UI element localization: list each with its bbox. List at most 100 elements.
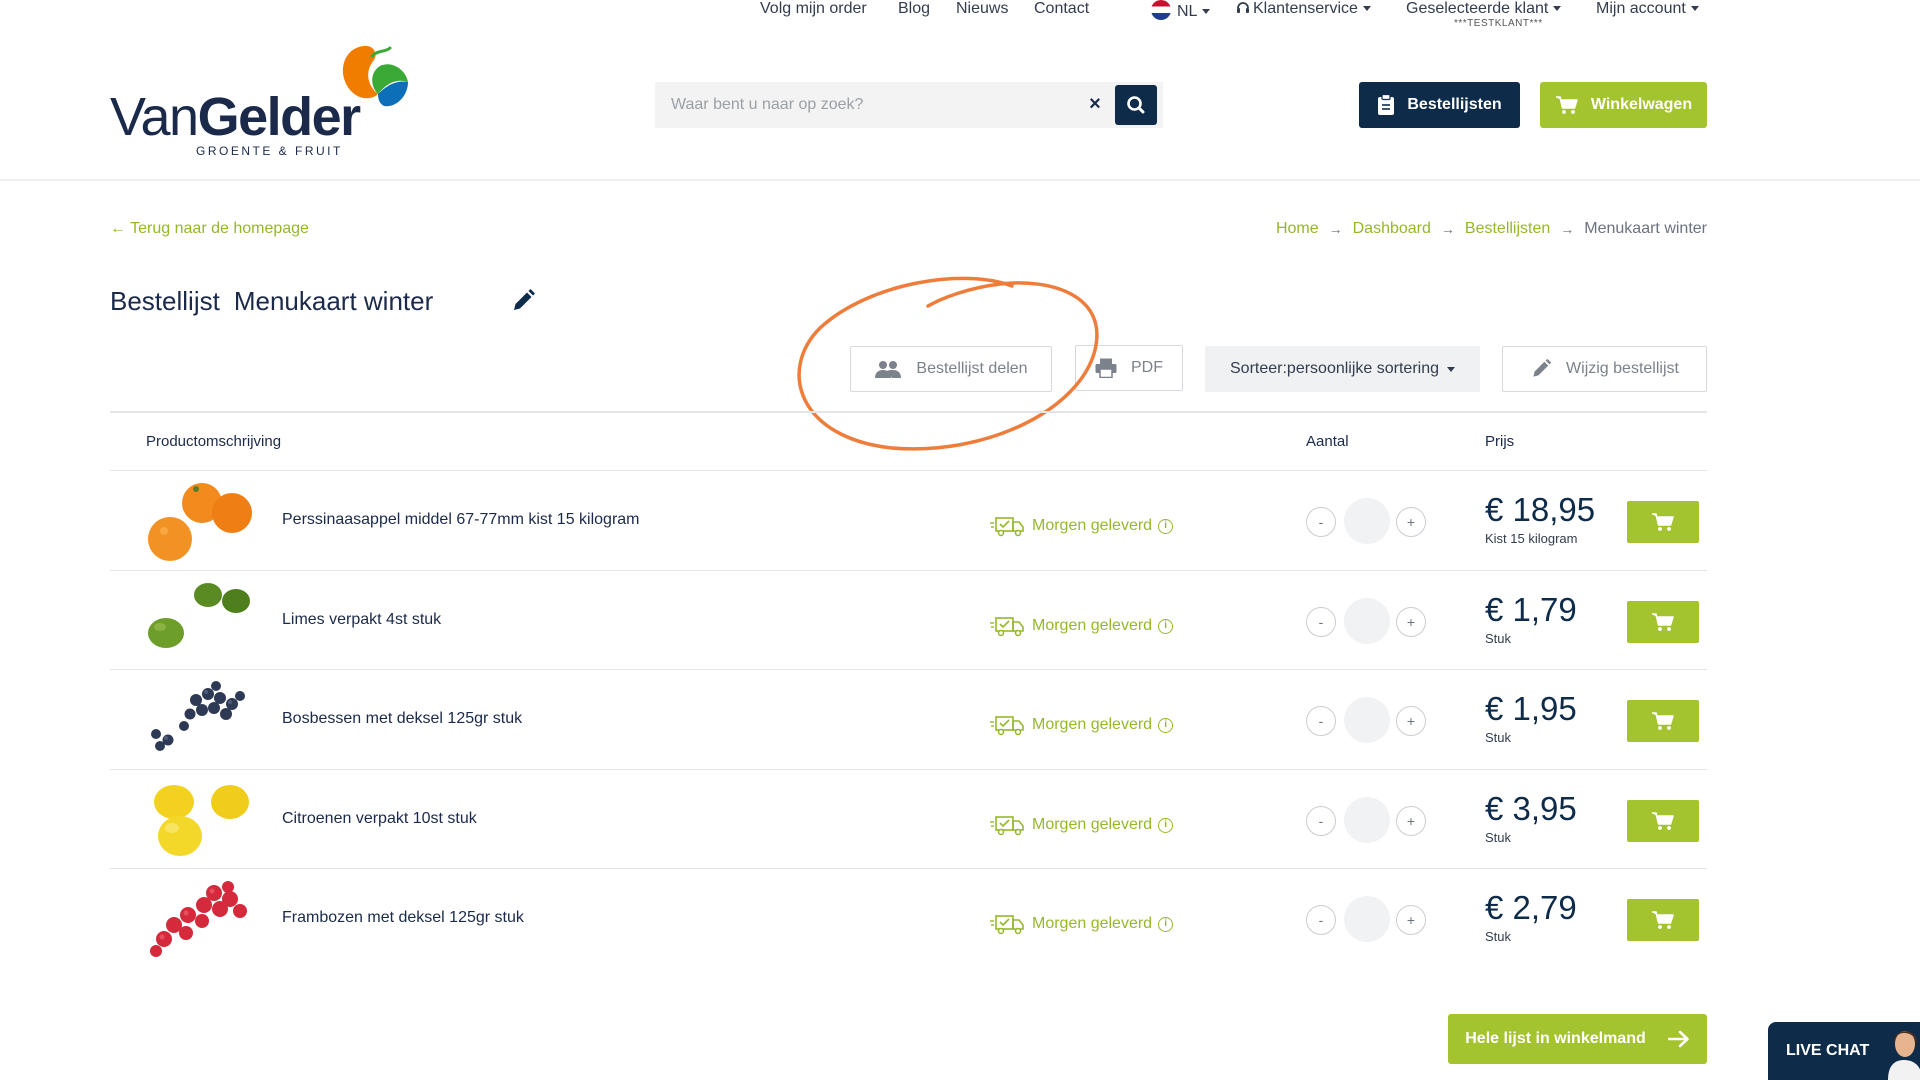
- add-to-cart-button[interactable]: [1627, 601, 1699, 643]
- search-bar: ×: [655, 82, 1163, 128]
- add-to-cart-button[interactable]: [1627, 800, 1699, 842]
- info-icon[interactable]: i: [1158, 916, 1174, 932]
- breadcrumb-home[interactable]: Home: [1276, 220, 1319, 238]
- clear-search-icon[interactable]: ×: [1083, 92, 1107, 116]
- quantity-input[interactable]: [1344, 797, 1390, 843]
- column-header-price: Prijs: [1485, 433, 1515, 450]
- pencil-icon: [1533, 358, 1552, 377]
- pdf-button[interactable]: PDF: [1075, 345, 1183, 391]
- decrease-quantity-button[interactable]: -: [1306, 806, 1336, 836]
- increase-quantity-button[interactable]: +: [1396, 905, 1426, 935]
- increase-quantity-button[interactable]: +: [1396, 806, 1426, 836]
- shopping-cart-icon: [1652, 613, 1674, 631]
- back-to-homepage-label: Terug naar de homepage: [130, 220, 309, 237]
- live-chat-button[interactable]: LIVE CHAT: [1768, 1022, 1920, 1080]
- headset-icon: [1237, 2, 1249, 13]
- table-top-border: [110, 411, 1707, 413]
- decrease-quantity-button[interactable]: -: [1306, 706, 1336, 736]
- chevron-down-icon: [1690, 6, 1699, 12]
- search-icon: [1127, 96, 1145, 114]
- order-lists-button[interactable]: Bestellijsten: [1359, 82, 1520, 128]
- edit-list-button[interactable]: Wijzig bestellijst: [1502, 346, 1707, 392]
- dutch-flag-icon: [1151, 0, 1171, 20]
- language-label: NL: [1177, 3, 1198, 20]
- shopping-cart-button[interactable]: Winkelwagen: [1540, 82, 1707, 128]
- share-list-label: Bestellijst delen: [916, 360, 1028, 377]
- nav-link-blog[interactable]: Blog: [898, 0, 930, 18]
- my-account-label: Mijn account: [1596, 0, 1686, 17]
- shopping-cart-icon: [1652, 712, 1674, 730]
- search-input[interactable]: [655, 82, 1075, 128]
- product-name[interactable]: Limes verpakt 4st stuk: [282, 611, 441, 629]
- logo-wordmark: VanGelder: [110, 87, 361, 147]
- product-name[interactable]: Perssinaasappel middel 67-77mm kist 15 k…: [282, 511, 640, 529]
- search-button[interactable]: [1115, 85, 1157, 125]
- header-divider: [0, 179, 1920, 181]
- edit-list-name-button[interactable]: [510, 288, 536, 314]
- quantity-input[interactable]: [1344, 896, 1390, 942]
- info-icon[interactable]: i: [1158, 618, 1174, 634]
- arrow-right-icon: →: [1440, 221, 1455, 237]
- quantity-input[interactable]: [1344, 697, 1390, 743]
- info-icon[interactable]: i: [1158, 518, 1174, 534]
- shopping-cart-icon: [1652, 513, 1674, 531]
- decrease-quantity-button[interactable]: -: [1306, 507, 1336, 537]
- table-row: Limes verpakt 4st stuk Morgen geleverd i…: [110, 571, 1707, 671]
- delivery-status-label: Morgen geleverd: [1032, 816, 1153, 833]
- delivery-status: Morgen geleverd i: [990, 515, 1174, 537]
- add-to-cart-button[interactable]: [1627, 899, 1699, 941]
- add-to-cart-button[interactable]: [1627, 700, 1699, 742]
- vangelder-logo[interactable]: VanGelder GROENTE & FRUIT: [108, 40, 418, 160]
- logo-tagline: GROENTE & FRUIT: [196, 144, 343, 158]
- shopping-cart-icon: [1652, 911, 1674, 929]
- product-name[interactable]: Bosbessen met deksel 125gr stuk: [282, 710, 522, 728]
- nav-link-track-order[interactable]: Volg mijn order: [760, 0, 867, 18]
- sort-dropdown[interactable]: Sorteer:persoonlijke sortering: [1205, 346, 1480, 392]
- users-icon: [875, 361, 902, 378]
- page-title-list-name: Menukaart winter: [233, 286, 434, 316]
- delivery-truck-icon: [990, 517, 1024, 537]
- breadcrumb-dashboard[interactable]: Dashboard: [1353, 220, 1431, 238]
- decrease-quantity-button[interactable]: -: [1306, 905, 1336, 935]
- chevron-down-icon: [1362, 6, 1371, 12]
- selected-customer-name: ***TESTKLANT***: [1454, 18, 1543, 29]
- clipboard-list-icon: [1378, 94, 1395, 115]
- quantity-input[interactable]: [1344, 598, 1390, 644]
- shopping-cart-icon: [1652, 812, 1674, 830]
- product-unit: Stuk: [1485, 929, 1512, 944]
- back-to-homepage-link[interactable]: ← Terug naar de homepage: [110, 220, 309, 238]
- lime-fruit-image: [148, 583, 250, 648]
- add-to-cart-button[interactable]: [1627, 501, 1699, 543]
- printer-icon: [1095, 358, 1117, 378]
- language-selector[interactable]: NL: [1151, 0, 1211, 21]
- page-title-prefix: Bestellijst: [110, 286, 220, 316]
- nav-link-news[interactable]: Nieuws: [956, 0, 1008, 18]
- decrease-quantity-button[interactable]: -: [1306, 607, 1336, 637]
- breadcrumb-order-lists[interactable]: Bestellijsten: [1465, 220, 1550, 238]
- share-list-button[interactable]: Bestellijst delen: [850, 346, 1052, 392]
- my-account-menu[interactable]: Mijn account: [1596, 0, 1699, 18]
- arrow-right-icon: →: [1560, 221, 1575, 237]
- info-icon[interactable]: i: [1158, 717, 1174, 733]
- product-unit: Stuk: [1485, 830, 1512, 845]
- increase-quantity-button[interactable]: +: [1396, 507, 1426, 537]
- quantity-input[interactable]: [1344, 498, 1390, 544]
- increase-quantity-button[interactable]: +: [1396, 607, 1426, 637]
- delivery-truck-icon: [990, 617, 1024, 637]
- order-lists-label: Bestellijsten: [1407, 96, 1502, 113]
- selected-customer-menu[interactable]: Geselecteerde klant: [1406, 0, 1562, 18]
- support-agent-avatar: [1888, 1031, 1920, 1080]
- product-name[interactable]: Frambozen met deksel 125gr stuk: [282, 909, 524, 927]
- increase-quantity-button[interactable]: +: [1396, 706, 1426, 736]
- breadcrumb-current: Menukaart winter: [1584, 220, 1707, 237]
- table-row: Frambozen met deksel 125gr stuk Morgen g…: [110, 869, 1707, 969]
- product-name[interactable]: Citroenen verpakt 10st stuk: [282, 810, 477, 828]
- add-whole-list-to-cart-button[interactable]: Hele lijst in winkelmand: [1448, 1014, 1707, 1064]
- delivery-status: Morgen geleverd i: [990, 913, 1174, 935]
- product-unit: Stuk: [1485, 631, 1512, 646]
- chevron-down-icon: [1447, 366, 1455, 372]
- customer-service-menu[interactable]: Klantenservice: [1236, 0, 1371, 18]
- info-icon[interactable]: i: [1158, 817, 1174, 833]
- nav-link-contact[interactable]: Contact: [1034, 0, 1089, 18]
- arrow-right-icon: →: [1328, 221, 1343, 237]
